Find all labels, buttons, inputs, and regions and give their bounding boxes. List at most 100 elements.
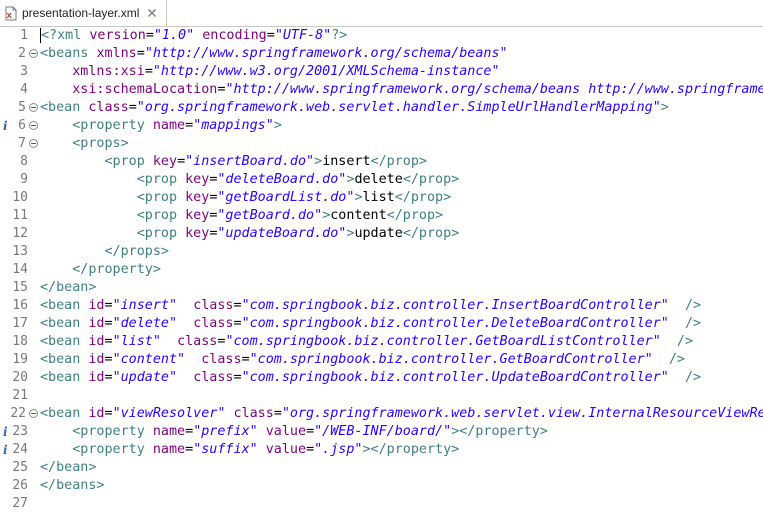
code-token-txt: =	[233, 316, 242, 331]
info-marker-icon[interactable]: i	[3, 444, 9, 456]
code-line[interactable]: <bean id="update" class="com.springbook.…	[40, 369, 763, 387]
line-number: 4	[20, 82, 28, 97]
xml-editor[interactable]: 1 2 3 4 5 i 6 7 8 9 10 11 12 13 14 15 16 17 18 19 20 21 22 i 23 i…	[0, 27, 763, 518]
code-token-tag: </prop>	[394, 190, 452, 205]
code-token-attr: name	[152, 442, 186, 457]
code-token-attr: id	[88, 352, 105, 367]
code-line[interactable]: <property name="suffix" value=".jsp"></p…	[40, 441, 763, 459]
code-token-val: "content"	[112, 352, 186, 367]
code-line[interactable]: <prop key="getBoardList.do">list</prop>	[40, 189, 763, 207]
code-token-val: "/WEB-INF/board/"	[314, 424, 452, 439]
code-token-pi: ?>	[331, 28, 348, 43]
code-token-tag: />	[684, 298, 702, 313]
code-line[interactable]: <props>	[40, 135, 763, 153]
code-line[interactable]: </bean>	[40, 279, 763, 297]
line-number: 17	[12, 316, 28, 331]
code-token-val: ".jsp"	[314, 442, 363, 457]
code-token-tag: </prop>	[370, 154, 427, 169]
code-token-val: "deleteBoard.do"	[217, 172, 347, 187]
code-token-tag: <prop	[136, 208, 186, 223]
code-line[interactable]: <bean id="content" class="com.springbook…	[40, 351, 763, 369]
line-number: 2	[18, 46, 26, 61]
code-token-tag: <props>	[72, 136, 129, 151]
gutter-line: 19	[0, 351, 38, 369]
code-line[interactable]	[40, 387, 763, 405]
code-line[interactable]: <beans xmlns="http://www.springframework…	[40, 45, 763, 63]
fold-collapse-icon[interactable]	[29, 103, 38, 112]
info-marker-icon[interactable]: i	[3, 426, 9, 438]
code-line[interactable]: xsi:schemaLocation="http://www.springfra…	[40, 81, 763, 99]
close-icon[interactable]	[146, 7, 158, 19]
code-line[interactable]: <prop key="deleteBoard.do">delete</prop>	[40, 171, 763, 189]
gutter-line: 15	[0, 279, 38, 297]
code-line[interactable]: <bean id="insert" class="com.springbook.…	[40, 297, 763, 315]
code-line[interactable]: <bean class="org.springframework.web.ser…	[40, 99, 763, 117]
code-token-val: "com.springbook.biz.controller.DeleteBoa…	[241, 316, 669, 331]
code-token-attr: class	[233, 406, 274, 421]
code-token-attr: xsi:schemaLocation	[72, 82, 218, 97]
code-line[interactable]: <prop key="updateBoard.do">update</prop>	[40, 225, 763, 243]
code-token-attr: encoding	[202, 28, 267, 43]
line-number: 8	[20, 154, 28, 169]
gutter-line: i 24	[0, 441, 38, 459]
code-token-tag: </prop>	[402, 172, 460, 187]
fold-collapse-icon[interactable]	[29, 49, 38, 58]
code-token-tag: </props>	[104, 244, 170, 259]
code-token-attr: key	[152, 154, 178, 169]
fold-collapse-icon[interactable]	[29, 121, 38, 130]
editor-tab[interactable]: X presentation-layer.xml	[0, 0, 167, 26]
gutter-line: 12	[0, 225, 38, 243]
code-token-val: "getBoardList.do"	[217, 190, 355, 205]
code-token-txt: insert	[322, 154, 371, 169]
code-token-txt: =	[128, 100, 137, 115]
code-line[interactable]: <bean id="delete" class="com.springbook.…	[40, 315, 763, 333]
code-line[interactable]: <prop key="getBoard.do">content</prop>	[40, 207, 763, 225]
line-number: 7	[18, 136, 26, 151]
code-token-tag: />	[684, 316, 702, 331]
fold-collapse-icon[interactable]	[29, 139, 38, 148]
gutter-line: 7	[0, 135, 38, 153]
code-line[interactable]: xmlns:xsi="http://www.w3.org/2001/XMLSch…	[40, 63, 763, 81]
code-line[interactable]: </props>	[40, 243, 763, 261]
code-line[interactable]: <property name="mappings">	[40, 117, 763, 135]
code-area[interactable]: <?xml version="1.0" encoding="UTF-8"?> <b…	[40, 27, 763, 518]
code-token-tag: />	[684, 370, 702, 385]
code-token-val: "http://www.springframework.org/schema/b…	[144, 46, 508, 61]
line-number: 11	[12, 208, 28, 223]
code-token-tag: />	[676, 334, 694, 349]
code-line[interactable]: <prop key="insertBoard.do">insert</prop>	[40, 153, 763, 171]
gutter-line: 18	[0, 333, 38, 351]
info-marker-icon[interactable]: i	[3, 120, 9, 132]
code-line[interactable]: </property>	[40, 261, 763, 279]
fold-collapse-icon[interactable]	[29, 409, 38, 418]
code-line[interactable]: <bean id="viewResolver" class="org.sprin…	[40, 405, 763, 423]
code-line[interactable]: <?xml version="1.0" encoding="UTF-8"?>	[40, 27, 763, 45]
line-number: 10	[12, 190, 28, 205]
editor-tab-bar: X presentation-layer.xml	[0, 0, 763, 27]
code-line[interactable]: <property name="prefix" value="/WEB-INF/…	[40, 423, 763, 441]
code-token-txt: =	[233, 298, 242, 313]
code-token-val: "1.0"	[153, 28, 195, 43]
code-token-val: "insertBoard.do"	[185, 154, 315, 169]
code-token-attr: key	[185, 226, 210, 241]
code-line[interactable]: </bean>	[40, 459, 763, 477]
line-number: 23	[12, 424, 28, 439]
code-line[interactable]: </beans>	[40, 477, 763, 495]
code-token-val: "http://www.w3.org/2001/XMLSchema-instan…	[152, 64, 500, 79]
gutter-line: 21	[0, 387, 38, 405]
code-token-tag: <bean	[40, 352, 89, 367]
code-line[interactable]	[40, 495, 763, 513]
code-line[interactable]: <bean id="list" class="com.springbook.bi…	[40, 333, 763, 351]
gutter-line: 4	[0, 81, 38, 99]
code-token-tag: </prop>	[386, 208, 444, 223]
code-token-attr: id	[88, 370, 105, 385]
